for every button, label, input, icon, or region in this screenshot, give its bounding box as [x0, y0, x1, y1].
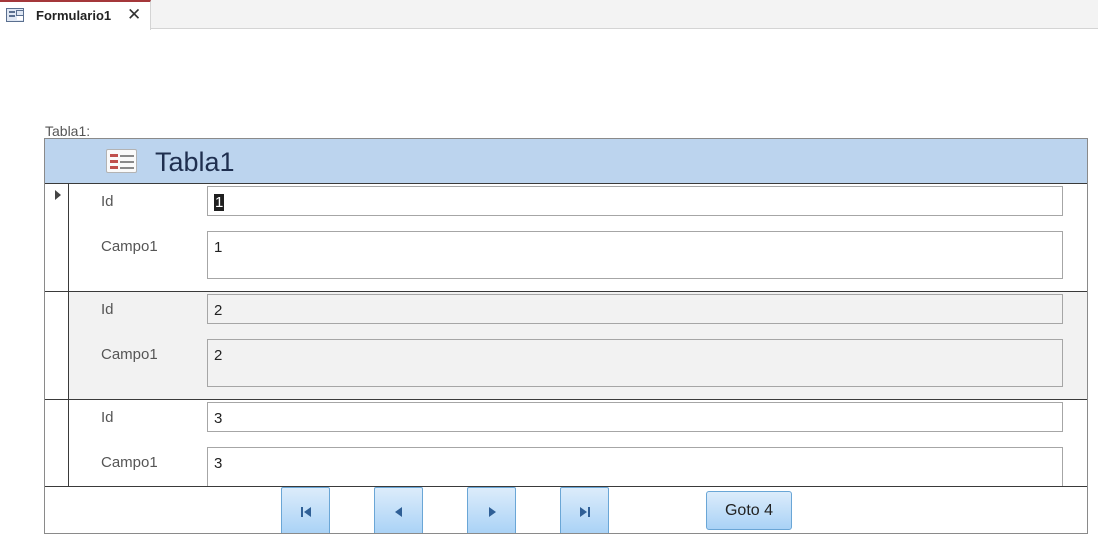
campo1-value: 1 [214, 239, 223, 256]
subform-header: Tabla1 [45, 139, 1087, 184]
table-form-icon [106, 149, 137, 173]
campo1-value: 2 [214, 347, 223, 364]
document-tab-bar: Formulario1 ✕ [0, 0, 1098, 30]
navigation-bar: Goto 4 [45, 486, 1087, 533]
campo1-label: Campo1 [101, 346, 158, 363]
campo1-field[interactable]: 2 [207, 339, 1063, 387]
subform-tabla1: Tabla1 Id 1 Campo1 1 Id 2 Campo1 2 Id 3 … [44, 138, 1088, 534]
id-label: Id [101, 301, 114, 318]
campo1-label: Campo1 [101, 454, 158, 471]
close-tab-icon[interactable]: ✕ [127, 6, 141, 23]
id-value: 2 [214, 302, 223, 319]
record-row: Id 2 Campo1 2 [45, 292, 1087, 400]
tab-formulario1[interactable]: Formulario1 ✕ [0, 0, 151, 30]
next-record-button[interactable] [467, 487, 516, 533]
previous-record-button[interactable] [374, 487, 423, 533]
record-selector[interactable] [45, 292, 69, 399]
record-row: Id 3 Campo1 3 [45, 400, 1087, 495]
id-field[interactable]: 3 [207, 402, 1063, 432]
id-field[interactable]: 1 [207, 186, 1063, 216]
current-record-icon [55, 190, 61, 200]
id-label: Id [101, 409, 114, 426]
record-row: Id 1 Campo1 1 [45, 184, 1087, 292]
campo1-label: Campo1 [101, 238, 158, 255]
id-value: 1 [214, 194, 225, 211]
form-icon [6, 8, 24, 22]
id-value: 3 [214, 410, 223, 427]
record-selector[interactable] [45, 184, 69, 291]
subform-caption: Tabla1: [45, 123, 91, 139]
campo1-value: 3 [214, 455, 223, 472]
first-record-button[interactable] [281, 487, 330, 533]
id-field[interactable]: 2 [207, 294, 1063, 324]
subform-title: Tabla1 [155, 147, 235, 177]
id-label: Id [101, 193, 114, 210]
previous-record-icon [395, 507, 402, 517]
first-record-icon [301, 507, 311, 517]
record-selector[interactable] [45, 400, 69, 490]
next-record-icon [489, 507, 496, 517]
last-record-button[interactable] [560, 487, 609, 533]
last-record-icon [580, 507, 590, 517]
campo1-field[interactable]: 1 [207, 231, 1063, 279]
goto-4-button[interactable]: Goto 4 [706, 491, 792, 530]
tab-label: Formulario1 [36, 8, 112, 23]
